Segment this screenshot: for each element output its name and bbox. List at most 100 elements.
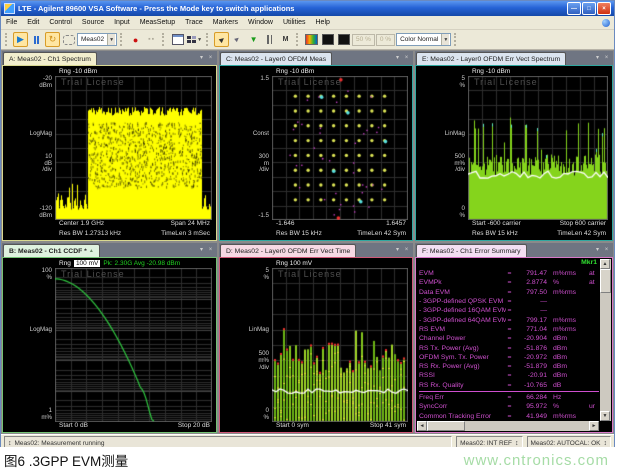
toolbar-grip[interactable] (454, 33, 458, 46)
menu-item-help[interactable]: Help (311, 19, 335, 26)
spinner-icon[interactable]: ↕ (8, 440, 12, 447)
play-button[interactable]: ▶ (13, 32, 28, 47)
contrast-50-field: 50 % (352, 34, 375, 46)
minimize-button[interactable]: — (567, 2, 581, 15)
vertical-scrollbar[interactable]: ▲ ▼ (600, 259, 611, 421)
selection-tool-button[interactable] (61, 32, 76, 47)
cursor-icon: ► (216, 34, 228, 46)
help-icon[interactable] (602, 19, 610, 27)
restart-icon: ↻ (49, 34, 57, 45)
toolbar-grip[interactable] (5, 33, 9, 46)
marker-peak-button[interactable]: ▼ (246, 32, 261, 47)
record-button[interactable]: ● (128, 32, 143, 47)
pin-icon[interactable]: ▾ (593, 52, 602, 65)
pin-icon[interactable]: ▾ (593, 244, 602, 257)
scrollbar-thumb[interactable] (427, 421, 465, 431)
scroll-down-icon[interactable]: ▼ (600, 411, 610, 421)
menu-item-input[interactable]: Input (109, 19, 135, 26)
title-bar[interactable]: LTE - Agilent 89600 VSA Software - Press… (1, 1, 614, 16)
restart-button[interactable]: ↻ (45, 32, 60, 47)
close-icon[interactable]: × (602, 52, 611, 65)
y-axis-labels: 5% LinMag 500m%/div 0% (220, 268, 272, 422)
contrast-0-field: 0 % (376, 34, 395, 46)
horizontal-scrollbar[interactable]: ◄ ► (417, 421, 599, 431)
menu-item-trace[interactable]: Trace (180, 19, 208, 26)
measurement-status-text: Meas02: Measurement running (15, 440, 105, 447)
menu-item-window[interactable]: Window (243, 19, 278, 26)
peak-average-readout: Pk: 2.30G Avg -20.98 dBm (103, 260, 180, 267)
error-summary-row: Data EVM=797.50m%rms (419, 288, 599, 297)
grid-layout-button[interactable]: ▼ (186, 32, 203, 47)
panel-body: Rng 100 mV 5% LinMag 500m%/div 0% Trial … (219, 257, 413, 433)
playback-button[interactable]: ▪▪ (144, 32, 159, 47)
err-vect-spectrum-plot[interactable]: Trial License (468, 76, 608, 220)
pin-icon[interactable]: ▾ (197, 244, 206, 257)
scroll-left-icon[interactable]: ◄ (417, 421, 427, 431)
pause-button[interactable] (29, 32, 44, 47)
panel-header: B: Meas02 - Ch1 CCDF *▲ ▾ × (2, 243, 217, 257)
close-icon[interactable]: × (602, 244, 611, 257)
pin-icon[interactable]: ▾ (393, 52, 402, 65)
color-scheme-select[interactable]: Color Normal▼ (396, 33, 451, 46)
spectrum-plot[interactable]: Trial License (55, 76, 212, 220)
panel-title: B: Meas02 - Ch1 CCDF * (9, 248, 87, 255)
constellation-plot[interactable]: Trial License (272, 76, 408, 220)
menu-item-file[interactable]: File (1, 19, 22, 26)
range-value: Rng -10 dBm (276, 68, 314, 75)
close-button[interactable]: × (597, 2, 611, 15)
close-icon[interactable]: × (402, 52, 411, 65)
scroll-up-icon[interactable]: ▲ (600, 259, 610, 269)
toolbar-grip[interactable] (296, 33, 300, 46)
menu-item-markers[interactable]: Markers (208, 19, 243, 26)
pin-icon[interactable]: ▾ (393, 244, 402, 257)
chevron-down-icon: ▼ (197, 37, 202, 43)
spinner-icon[interactable]: ↕ (515, 440, 519, 447)
app-icon (4, 3, 15, 14)
marker-move-button[interactable]: ► (230, 32, 245, 47)
pin-icon[interactable]: ▾ (197, 52, 206, 65)
panel-tab-error-summary[interactable]: F: Meas02 - Ch1 Error Summary (416, 244, 527, 257)
scrollbar-thumb[interactable] (600, 269, 611, 293)
single-window-icon (172, 34, 184, 45)
panel-tab-ccdf[interactable]: B: Meas02 - Ch1 CCDF *▲ (3, 244, 100, 257)
menu-item-source[interactable]: Source (77, 19, 109, 26)
menu-item-meassetup[interactable]: MeasSetup (135, 19, 180, 26)
close-icon[interactable]: × (206, 52, 215, 65)
spinner-icon[interactable]: ↕ (604, 440, 608, 447)
scroll-right-icon[interactable]: ► (589, 421, 599, 431)
toolbar-grip[interactable] (120, 33, 124, 46)
menu-item-utilities[interactable]: Utilities (278, 19, 311, 26)
close-icon[interactable]: × (402, 244, 411, 257)
measurement-select[interactable]: Meas02▼ (77, 33, 117, 46)
band-markers-button[interactable] (262, 32, 277, 47)
panel-tab-spectrum[interactable]: A: Meas02 - Ch1 Spectrum (3, 52, 97, 65)
y-axis-labels: 100% LogMag 1m% (3, 268, 55, 422)
spectrogram-colors-button[interactable] (304, 32, 319, 47)
err-vect-time-plot[interactable]: Trial License (272, 268, 408, 422)
error-summary-row: - 3GPP-defined QPSK EVM=— (419, 297, 599, 306)
panel-header: D: Meas02 - Layer0 OFDM Err Vect Time ▾ … (219, 243, 413, 257)
range-value-selected[interactable]: 100 mV (74, 260, 100, 267)
ccdf-plot[interactable]: Trial License (55, 268, 212, 422)
y-axis-labels: 5% LinMag 500m%/div 0% (416, 76, 468, 220)
trace-background-button[interactable] (320, 32, 335, 47)
error-summary-row: RS EVM=771.04m%rms (419, 325, 599, 334)
x-axis-footer: -1.6461.6457 (220, 220, 412, 230)
close-icon[interactable]: × (206, 244, 215, 257)
restore-button[interactable]: □ (582, 2, 596, 15)
marker-to-button[interactable]: M (278, 32, 293, 47)
toolbar-grip[interactable] (162, 33, 166, 46)
single-layout-button[interactable] (170, 32, 185, 47)
menu-item-control[interactable]: Control (44, 19, 77, 26)
menu-item-edit[interactable]: Edit (22, 19, 44, 26)
toolbar-grip[interactable] (206, 33, 210, 46)
panel-body: Mkr1 EVM=791.47m%rmsatEVMPk=2.8774%atDat… (415, 257, 613, 433)
panel-tab-constellation[interactable]: C: Meas02 - Layer0 OFDM Meas (220, 52, 332, 65)
panel-header: A: Meas02 - Ch1 Spectrum ▾ × (2, 51, 217, 65)
panel-tab-err-time[interactable]: D: Meas02 - Layer0 OFDM Err Vect Time (220, 244, 356, 257)
panel-title: F: Meas02 - Ch1 Error Summary (422, 248, 521, 255)
panel-tab-err-spectrum[interactable]: E: Meas02 - Layer0 OFDM Err Vect Spectru… (416, 52, 566, 65)
trace-background-alt-button[interactable] (336, 32, 351, 47)
marker-pointer-button[interactable]: ► (214, 32, 229, 47)
resolution-footer: Res BW 15 kHzTimeLen 42 Sym (416, 230, 612, 240)
